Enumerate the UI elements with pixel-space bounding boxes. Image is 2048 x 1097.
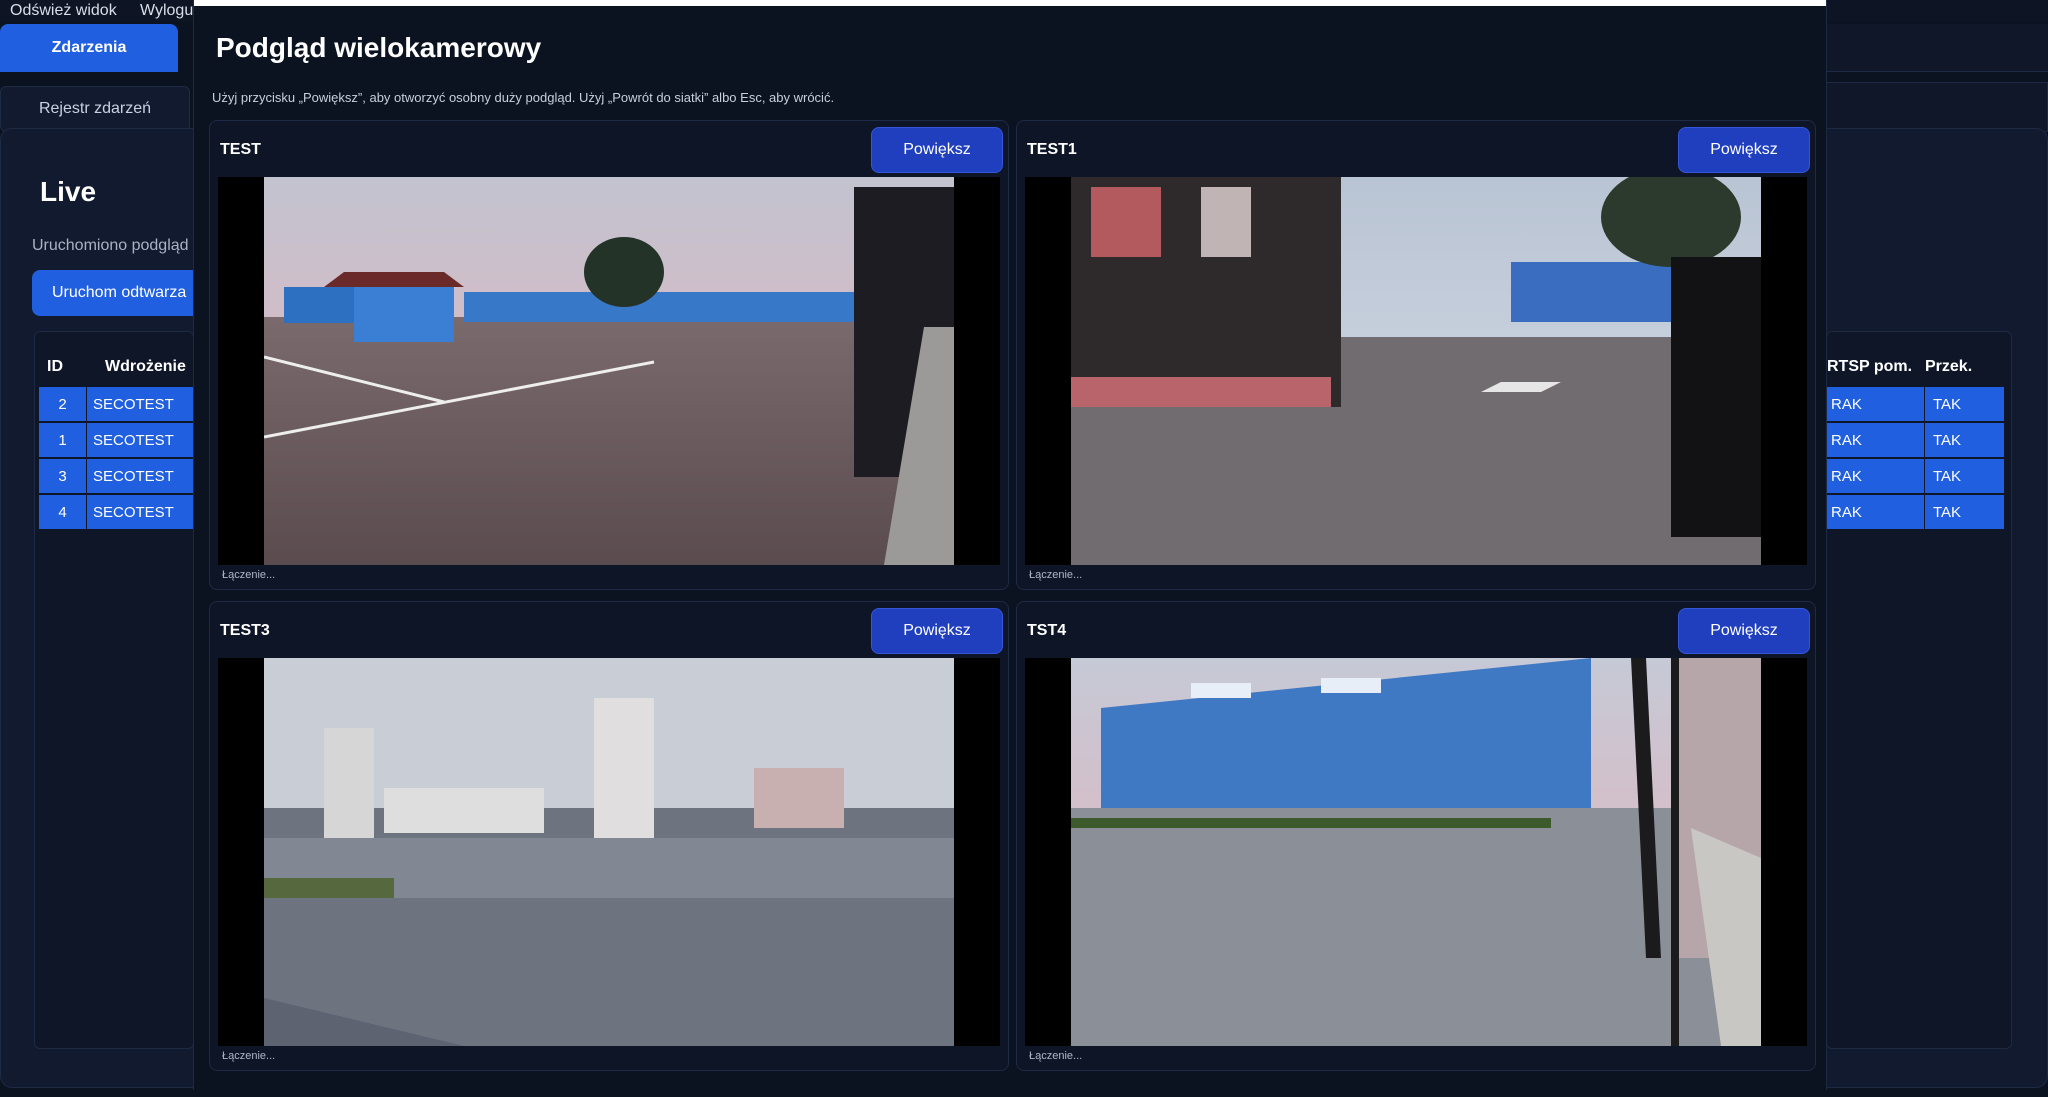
cell-rtsp: RAK — [1827, 387, 1925, 421]
camera-status: Łączenie... — [222, 569, 276, 581]
column-header-deployment[interactable]: Wdrożenie — [105, 342, 186, 392]
start-playback-button[interactable]: Uruchom odtwarza — [32, 270, 202, 316]
camera-status: Łączenie... — [222, 1050, 276, 1062]
modal-title: Podgląd wielokamerowy — [216, 32, 542, 63]
cell-transfer: TAK — [1925, 387, 2005, 421]
camera-name: TEST3 — [220, 622, 270, 639]
events-table-left: ID Wdrożenie 2 SECOTEST 1 SECOTEST 3 SEC… — [34, 331, 197, 1049]
camera-tile: TEST Powiększ Łączenie... — [209, 120, 1009, 590]
subtab-bar-right — [1826, 82, 2048, 132]
table-row[interactable]: RAK TAK — [1827, 459, 2005, 493]
cell-id: 3 — [39, 459, 87, 493]
camera-video[interactable] — [218, 658, 1000, 1046]
enlarge-button[interactable]: Powiększ — [1678, 127, 1810, 173]
modal-top-border — [194, 0, 1826, 6]
cell-rtsp: RAK — [1827, 459, 1925, 493]
modal-hint: Użyj przycisku „Powiększ”, aby otworzyć … — [212, 90, 835, 105]
camera-video[interactable] — [218, 177, 1000, 565]
camera-tile: TEST1 Powiększ Łączenie... — [1016, 120, 1816, 590]
table-row[interactable]: RAK TAK — [1827, 423, 2005, 457]
cell-transfer: TAK — [1925, 423, 2005, 457]
camera-tile: TST4 Powiększ Łączenie... — [1016, 601, 1816, 1071]
camera-frame-image — [1071, 658, 1761, 1046]
camera-status: Łączenie... — [1029, 1050, 1083, 1062]
column-header-transfer[interactable]: Przek. — [1925, 342, 1972, 392]
enlarge-button[interactable]: Powiększ — [871, 608, 1003, 654]
camera-video[interactable] — [1025, 658, 1807, 1046]
live-status-text: Uruchomiono podgląd — [32, 237, 189, 254]
column-header-rtsp[interactable]: RTSP pom. — [1827, 342, 1912, 392]
cell-transfer: TAK — [1925, 495, 2005, 529]
live-title: Live — [40, 176, 97, 207]
cell-rtsp: RAK — [1827, 495, 1925, 529]
subtab-event-log[interactable]: Rejestr zdarzeń — [0, 86, 190, 132]
camera-frame-image — [264, 177, 954, 565]
table-row[interactable]: 4 SECOTEST — [39, 495, 197, 529]
camera-status: Łączenie... — [1029, 569, 1083, 581]
logout-menu[interactable]: Wylogu — [140, 2, 193, 20]
multicamera-modal: Podgląd wielokamerowy Użyj przycisku „Po… — [193, 0, 1827, 1090]
table-row[interactable]: 2 SECOTEST — [39, 387, 197, 421]
cell-id: 1 — [39, 423, 87, 457]
camera-tile: TEST3 Powiększ Łączenie... — [209, 601, 1009, 1071]
camera-frame-image — [1071, 177, 1761, 565]
events-table-right: RTSP pom. Przek. RAK TAK RAK TAK RAK TAK… — [1826, 331, 2012, 1049]
tab-events[interactable]: Zdarzenia — [0, 24, 178, 72]
cell-deployment: SECOTEST — [87, 423, 197, 457]
enlarge-button[interactable]: Powiększ — [871, 127, 1003, 173]
cell-transfer: TAK — [1925, 459, 2005, 493]
cell-deployment: SECOTEST — [87, 495, 197, 529]
enlarge-button[interactable]: Powiększ — [1678, 608, 1810, 654]
camera-name: TEST1 — [1027, 141, 1077, 158]
refresh-view-menu[interactable]: Odśwież widok — [10, 2, 117, 20]
camera-video[interactable] — [1025, 177, 1807, 565]
cell-rtsp: RAK — [1827, 423, 1925, 457]
cell-id: 4 — [39, 495, 87, 529]
camera-name: TST4 — [1027, 622, 1067, 639]
cell-id: 2 — [39, 387, 87, 421]
table-row[interactable]: RAK TAK — [1827, 495, 2005, 529]
camera-name: TEST — [220, 141, 261, 158]
tab-bar-right — [1826, 24, 2048, 72]
column-header-id[interactable]: ID — [47, 342, 63, 392]
cell-deployment: SECOTEST — [87, 387, 197, 421]
table-row[interactable]: RAK TAK — [1827, 387, 2005, 421]
cell-deployment: SECOTEST — [87, 459, 197, 493]
camera-frame-image — [264, 658, 954, 1046]
table-row[interactable]: 3 SECOTEST — [39, 459, 197, 493]
table-row[interactable]: 1 SECOTEST — [39, 423, 197, 457]
